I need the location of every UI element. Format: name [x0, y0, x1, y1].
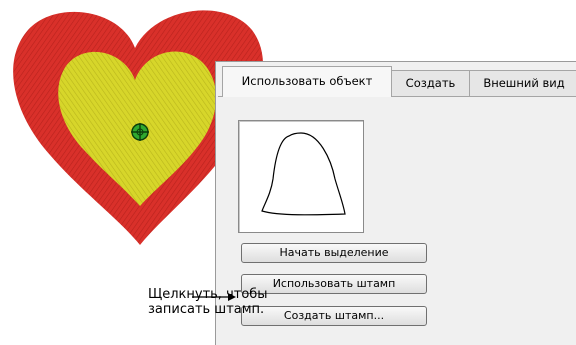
start-selection-button[interactable]: Начать выделение	[241, 243, 427, 263]
callout-line-1: Щелкнуть, чтобы	[148, 287, 268, 302]
stamp-preview-box	[238, 120, 364, 233]
tab-appearance[interactable]: Внешний вид	[469, 70, 576, 96]
callout-text: Щелкнуть, чтобы записать штамп.	[148, 287, 338, 317]
bell-outline-icon	[261, 132, 346, 216]
tab-use-object[interactable]: Использовать объект	[222, 66, 392, 97]
tab-bar: Использовать объект Создать Внешний вид	[216, 62, 576, 97]
tab-create[interactable]: Создать	[391, 70, 470, 96]
callout-line-2: записать штамп.	[148, 302, 265, 317]
